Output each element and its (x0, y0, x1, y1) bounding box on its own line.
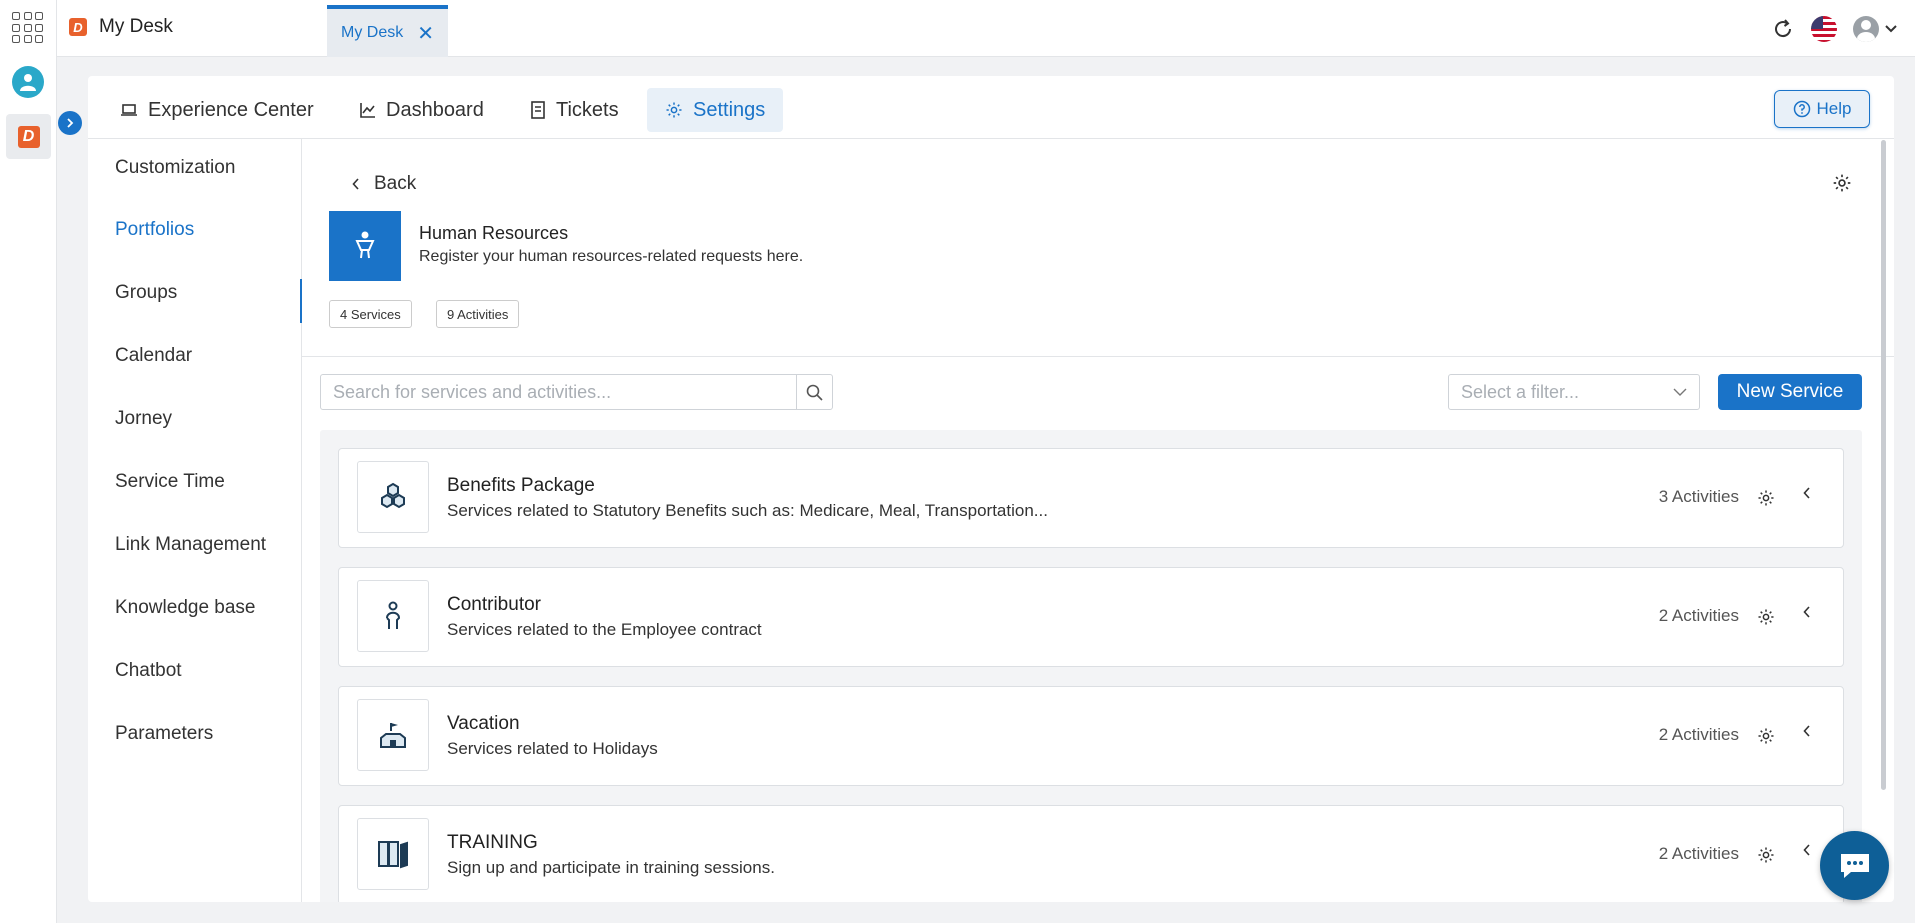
sidebar-item-chatbot[interactable]: Chatbot (115, 660, 182, 682)
gear-icon[interactable] (1757, 727, 1775, 745)
service-row[interactable]: Contributor Services related to the Empl… (338, 567, 1844, 667)
sidebar-item-portfolios[interactable]: Portfolios (115, 219, 194, 241)
brand-logo-icon: D (69, 18, 87, 36)
top-right-actions (1771, 16, 1897, 42)
sidebar-item-jorney[interactable]: Jorney (115, 408, 172, 430)
settings-sidebar: Customization Portfolios Groups Calendar… (88, 139, 302, 902)
nav-experience-center[interactable]: Experience Center (102, 88, 332, 132)
help-button[interactable]: Help (1774, 90, 1870, 128)
refresh-icon[interactable] (1771, 17, 1795, 41)
top-bar: D My Desk My Desk ✕ (57, 0, 1915, 57)
close-icon[interactable]: ✕ (417, 21, 434, 46)
service-activities-count: 2 Activities (1658, 844, 1739, 863)
back-label: Back (374, 173, 417, 194)
new-service-button[interactable]: New Service (1718, 374, 1862, 410)
chevron-left-icon[interactable] (1803, 606, 1811, 618)
search-icon (806, 384, 823, 401)
service-row[interactable]: Vacation Services related to Holidays 2 … (338, 686, 1844, 786)
filter-select[interactable]: Select a filter... (1448, 374, 1700, 410)
service-activities-count: 2 Activities (1658, 606, 1739, 625)
sidebar-item-service-time[interactable]: Service Time (115, 471, 225, 493)
nav-label: Dashboard (386, 98, 484, 121)
nav-settings[interactable]: Settings (647, 88, 784, 132)
avatar (1853, 16, 1879, 42)
human-resources-icon (329, 211, 401, 281)
service-activities-count: 3 Activities (1658, 487, 1739, 506)
nav-dashboard[interactable]: Dashboard (342, 88, 502, 132)
gear-icon[interactable] (1757, 608, 1775, 626)
services-count-badge: 4 Services (329, 300, 412, 328)
nav-tickets[interactable]: Tickets (512, 88, 637, 132)
nav-label: Tickets (556, 98, 619, 121)
chevron-left-icon[interactable] (1803, 487, 1811, 499)
apps-grid-icon[interactable] (12, 12, 44, 44)
chevron-left-icon[interactable] (1803, 725, 1811, 737)
user-profile-icon[interactable] (12, 66, 44, 98)
service-row[interactable]: Benefits Package Services related to Sta… (338, 448, 1844, 548)
building-flag-icon (357, 699, 429, 771)
sidebar-item-groups[interactable]: Groups (115, 282, 177, 304)
nav-label: Experience Center (148, 98, 314, 121)
service-description: Services related to Holidays (447, 739, 658, 758)
chevron-left-icon[interactable] (1803, 844, 1811, 856)
services-list: Benefits Package Services related to Sta… (320, 430, 1862, 902)
books-icon (357, 818, 429, 890)
brand: D My Desk (69, 16, 173, 38)
chevron-down-icon (1673, 388, 1687, 396)
portfolio-title: Human Resources (419, 223, 569, 243)
gear-icon (666, 102, 682, 118)
filter-placeholder: Select a filter... (1461, 381, 1580, 402)
mydesk-app-icon[interactable]: D (6, 114, 51, 159)
top-nav: Experience Center Dashboard Tickets Sett… (88, 76, 1894, 139)
service-title: Benefits Package (447, 475, 595, 496)
tab-label: My Desk (341, 24, 404, 41)
service-description: Services related to the Employee contrac… (447, 620, 762, 639)
person-icon (357, 580, 429, 652)
main-card: Experience Center Dashboard Tickets Sett… (88, 76, 1894, 902)
service-title: Contributor (447, 594, 541, 615)
tab-my-desk[interactable]: My Desk ✕ (327, 5, 448, 57)
gear-icon[interactable] (1757, 846, 1775, 864)
service-description: Sign up and participate in training sess… (447, 858, 775, 877)
service-title: TRAINING (447, 832, 538, 853)
chat-button[interactable] (1820, 831, 1889, 900)
service-activities-count: 2 Activities (1658, 725, 1739, 744)
search-input[interactable] (321, 375, 796, 409)
app-title: My Desk (99, 16, 173, 37)
portfolio-content: Back Human Resources Register your human… (302, 139, 1894, 902)
content-scrollbar[interactable] (1881, 140, 1886, 790)
search-box (320, 374, 833, 410)
portfolio-description: Register your human resources-related re… (419, 248, 804, 265)
expand-sidebar-button[interactable] (58, 111, 82, 135)
back-button[interactable]: Back (352, 173, 416, 195)
portfolio-settings-gear-icon[interactable] (1832, 173, 1852, 193)
chat-bubble-icon (1840, 853, 1869, 878)
chart-line-icon (360, 103, 375, 118)
hexagons-icon (357, 461, 429, 533)
ticket-icon (531, 101, 545, 119)
divider (302, 356, 1894, 357)
sidebar-item-link-management[interactable]: Link Management (115, 534, 266, 556)
user-menu[interactable] (1853, 16, 1897, 42)
activities-count-badge: 9 Activities (436, 300, 520, 328)
chevron-left-icon (352, 178, 359, 190)
service-row[interactable]: TRAINING Sign up and participate in trai… (338, 805, 1844, 902)
sidebar-item-knowledge-base[interactable]: Knowledge base (115, 597, 256, 619)
gear-icon[interactable] (1757, 489, 1775, 507)
sidebar-item-parameters[interactable]: Parameters (115, 723, 213, 745)
us-flag-icon[interactable] (1811, 16, 1837, 42)
nav-label: Settings (693, 98, 766, 121)
service-description: Services related to Statutory Benefits s… (447, 501, 1048, 520)
service-title: Vacation (447, 713, 520, 734)
left-rail: D (0, 0, 57, 923)
laptop-icon (121, 104, 137, 116)
search-button[interactable] (796, 375, 832, 409)
chevron-down-icon (1885, 25, 1897, 33)
question-circle-icon (1793, 100, 1810, 118)
sidebar-item-customization[interactable]: Customization (115, 157, 235, 179)
help-label: Help (1816, 99, 1852, 118)
sidebar-item-calendar[interactable]: Calendar (115, 345, 192, 367)
